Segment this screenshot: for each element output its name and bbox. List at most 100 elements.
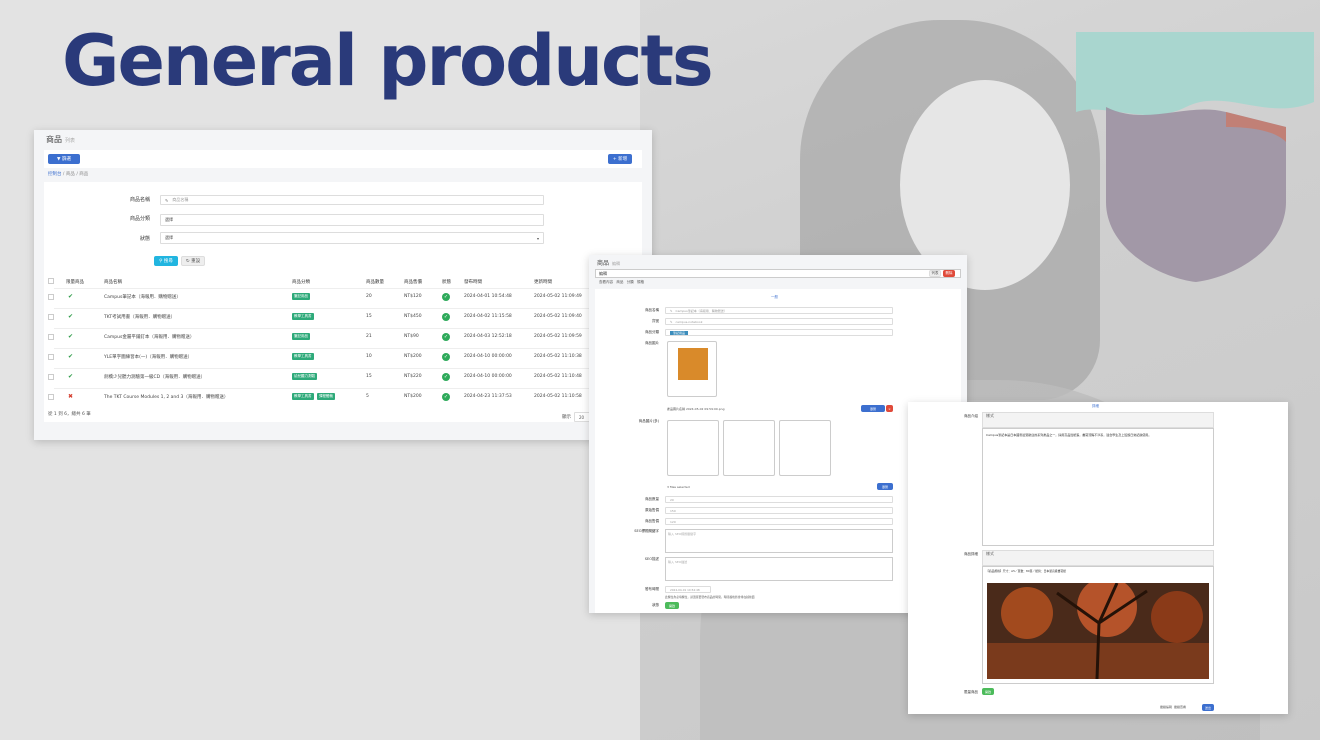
status-check-icon: ✓	[442, 353, 450, 361]
product-detail-screenshot: 詳細 商品介紹 樣式 Campus筆記本是日本國譽最受歡迎的系列產品之一，採用高…	[908, 402, 1288, 714]
pencil-icon: ✎	[670, 308, 673, 313]
limited-toggle[interactable]: 開啟	[982, 688, 994, 695]
product-name[interactable]: Campus筆記本（海報用．購物贈送）	[104, 294, 181, 300]
continue-edit-checkbox[interactable]: 繼續編輯	[1160, 705, 1172, 709]
search-button[interactable]: ⚲ 搜尋	[154, 256, 178, 266]
editor-style-dropdown[interactable]: 樣式	[986, 413, 994, 418]
tab-view[interactable]: 查看內容	[599, 280, 613, 284]
select-all-checkbox[interactable]	[48, 278, 54, 284]
original-price-input[interactable]: 150	[665, 507, 893, 514]
price-label: 商品售價	[645, 519, 659, 523]
qty-input[interactable]: 20	[665, 496, 893, 503]
seo-keywords-textarea[interactable]: 輸入 SEO標題關鍵字	[665, 529, 893, 553]
category-tag: 教學工具書	[292, 393, 314, 400]
row-checkbox[interactable]	[48, 374, 54, 380]
row-checkbox[interactable]	[48, 354, 54, 360]
status-check-icon: ✓	[442, 393, 450, 401]
column-header: 狀態	[442, 280, 451, 285]
detail-text: 【商品規格】尺寸：A5／頁數：80頁／紙質：日本製高級書寫紙	[986, 569, 1066, 573]
cross-icon: ✖	[68, 393, 74, 400]
status-label: 狀態	[652, 603, 659, 607]
pagination-summary: 從 1 到 6，總共 6 筆	[48, 412, 91, 417]
filter-button[interactable]: ▼ 篩選	[48, 154, 80, 164]
seo-description-textarea[interactable]: 輸入 SEO描述	[665, 557, 893, 581]
row-divider	[54, 328, 632, 329]
page-size-label: 顯示	[562, 415, 571, 420]
product-qty: 15	[366, 374, 372, 379]
category-select[interactable]: 選擇	[160, 214, 544, 226]
more-images-label: 商品圖片(多)	[638, 419, 659, 423]
sku-label: 貨號	[652, 319, 659, 323]
row-checkbox[interactable]	[48, 334, 54, 340]
column-header: 更新時間	[534, 280, 552, 285]
remove-image-button[interactable]: ×	[886, 405, 893, 412]
add-button[interactable]: + 新增	[608, 154, 632, 164]
product-name[interactable]: Campus金屬平鋪釘本（海報用．購物贈送）	[104, 334, 194, 340]
published-time: 2024-04-01 10:54:48	[464, 294, 512, 299]
name-input[interactable]: ✎ Campus筆記本（海報用．購物贈送）	[665, 307, 893, 314]
seo-keywords-label: SEO標題關鍵字	[634, 529, 659, 533]
published-time: 2024-04-10 00:00:00	[464, 374, 512, 379]
row-checkbox[interactable]	[48, 314, 54, 320]
name-field-label: 商品名稱	[129, 197, 150, 203]
check-icon: ✔	[68, 313, 74, 320]
editor-style-dropdown[interactable]: 樣式	[986, 551, 994, 556]
detail-editor[interactable]: 【商品規格】尺寸：A5／頁數：80頁／紙質：日本製高級書寫紙	[982, 566, 1214, 684]
product-name[interactable]: YLE單字圖練習本(一)（海報用．購物贈送）	[104, 354, 192, 360]
tab-spec[interactable]: 規格	[637, 280, 644, 284]
continue-view-checkbox[interactable]: 繼續查看	[1174, 705, 1186, 709]
product-qty: 5	[366, 394, 369, 399]
column-header: 商品售價	[404, 280, 422, 285]
tab-category[interactable]: 分類	[627, 280, 634, 284]
gallery-image-2[interactable]	[723, 420, 775, 476]
tab-product[interactable]: 商品	[616, 280, 623, 284]
category-select[interactable]: 筆記用品	[665, 329, 893, 336]
intro-label: 商品介紹	[964, 414, 978, 418]
product-name[interactable]: The TKT Course Modules 1, 2 and 3（海報用．購物…	[104, 394, 228, 400]
status-select[interactable]: 選擇 ▾	[160, 232, 544, 244]
name-input[interactable]: ✎ 商品名稱	[160, 195, 544, 205]
gallery-image-1[interactable]	[667, 420, 719, 476]
breadcrumb-item[interactable]: 商品	[66, 172, 75, 177]
delete-button[interactable]: 刪除	[943, 270, 955, 277]
gallery-image-3[interactable]	[779, 420, 831, 476]
browse-button[interactable]: 瀏覽	[861, 405, 885, 412]
section-heading: 一般	[771, 295, 778, 299]
published-time: 2024-04-03 12:52:18	[464, 334, 512, 339]
row-checkbox[interactable]	[48, 394, 54, 400]
submit-button[interactable]: 送出	[1202, 704, 1214, 711]
category-tag: 教學工具書	[292, 353, 314, 360]
list-button[interactable]: 列表	[929, 270, 941, 277]
category-tag: 筆記用品	[292, 333, 310, 340]
breadcrumb: 控制台 / 商品 / 商品	[48, 172, 89, 177]
limited-label: 限量商品	[964, 690, 978, 694]
status-field-label: 狀態	[139, 236, 150, 242]
detail-label: 商品詳細	[964, 552, 978, 556]
row-divider	[54, 288, 632, 289]
publish-date-input[interactable]: 2024-04-01 10:54:48	[665, 586, 711, 593]
product-price: NT$120	[404, 294, 422, 299]
chevron-down-icon: ▾	[536, 235, 539, 241]
detail-editor-toolbar[interactable]: 樣式	[982, 550, 1214, 566]
form-footer: 繼續編輯 繼續查看	[1160, 705, 1186, 709]
category-field-label: 商品分類	[129, 216, 150, 222]
browse-multi-button[interactable]: 瀏覽	[877, 483, 893, 490]
row-divider	[54, 348, 632, 349]
product-name[interactable]: 劍橋少兒聽力測驗第一級CD（海報用．購物贈送）	[104, 374, 205, 380]
category-tag: 課程體裁	[317, 393, 335, 400]
breadcrumb-link[interactable]: 控制台	[48, 172, 62, 177]
product-name[interactable]: TKT考試用書（海報用．購物贈送）	[104, 314, 175, 320]
breadcrumb-current: 商品	[79, 172, 89, 177]
sku-input[interactable]: ✎ campus-notebook	[665, 318, 893, 325]
intro-editor[interactable]: Campus筆記本是日本國譽最受歡迎的系列產品之一，採用高品質紙張，書寫流暢不滲…	[982, 428, 1214, 546]
column-header: 發布時間	[464, 280, 482, 285]
price-input[interactable]: 120	[665, 518, 893, 525]
page-title: 商品 編輯	[597, 260, 621, 267]
row-checkbox[interactable]	[48, 294, 54, 300]
status-toggle[interactable]: 開啟	[665, 602, 679, 609]
main-image-thumb[interactable]	[667, 341, 717, 397]
name-label: 商品名稱	[645, 308, 659, 312]
intro-editor-toolbar[interactable]: 樣式	[982, 412, 1214, 428]
reset-button[interactable]: ↻ 重設	[181, 256, 205, 266]
category-tag: 教學工具書	[292, 313, 314, 320]
